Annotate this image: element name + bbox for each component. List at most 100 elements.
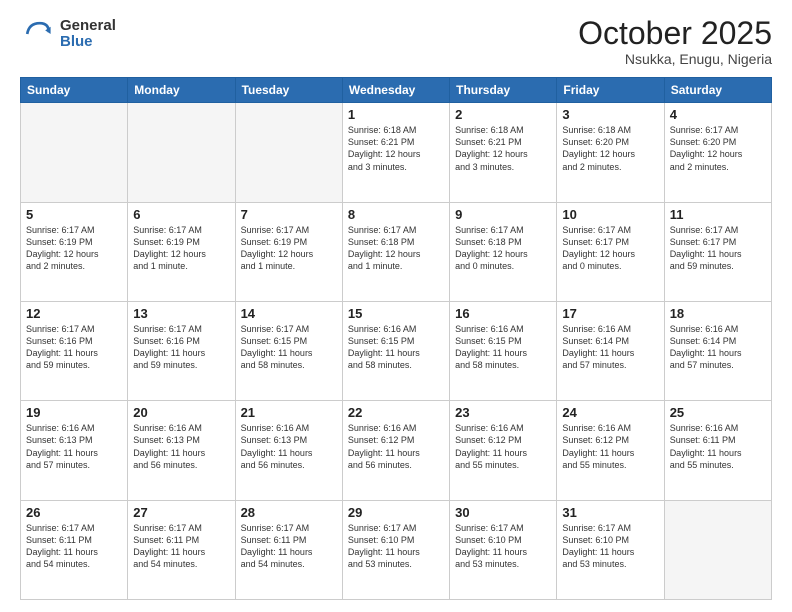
day-info: Sunrise: 6:17 AM Sunset: 6:20 PM Dayligh…: [670, 124, 766, 173]
logo: General Blue: [20, 16, 116, 52]
calendar-cell: 4 Sunrise: 6:17 AM Sunset: 6:20 PM Daylig…: [664, 103, 771, 202]
day-info: Sunrise: 6:17 AM Sunset: 6:11 PM Dayligh…: [241, 522, 337, 571]
calendar-cell: 5Sunrise: 6:17 AM Sunset: 6:19 PM Daylig…: [21, 202, 128, 301]
day-number: 22: [348, 405, 444, 420]
day-number: 24: [562, 405, 658, 420]
calendar-cell: 19 Sunrise: 6:16 AM Sunset: 6:13 PM Dayli…: [21, 401, 128, 500]
day-info: Sunrise: 6:17 AM Sunset: 6:16 PM Dayligh…: [133, 323, 229, 372]
calendar-cell: 29Sunrise: 6:17 AM Sunset: 6:10 PM Dayli…: [342, 500, 449, 599]
calendar-body: 1 Sunrise: 6:18 AM Sunset: 6:21 PM Daylig…: [21, 103, 772, 600]
weekday-header-row: SundayMondayTuesdayWednesdayThursdayFrid…: [21, 78, 772, 103]
logo-text: General Blue: [60, 18, 116, 51]
day-info: Sunrise: 6:18 AM Sunset: 6:21 PM Dayligh…: [455, 124, 551, 173]
day-info: Sunrise: 6:16 AM Sunset: 6:13 PM Dayligh…: [26, 422, 122, 471]
calendar-cell: 28Sunrise: 6:17 AM Sunset: 6:11 PM Dayli…: [235, 500, 342, 599]
weekday-header-saturday: Saturday: [664, 78, 771, 103]
day-number: 16: [455, 306, 551, 321]
logo-blue: Blue: [60, 34, 116, 51]
day-info: Sunrise: 6:16 AM Sunset: 6:12 PM Dayligh…: [348, 422, 444, 471]
day-info: Sunrise: 6:17 AM Sunset: 6:19 PM Dayligh…: [133, 224, 229, 273]
day-number: 8: [348, 207, 444, 222]
day-number: 14: [241, 306, 337, 321]
day-info: Sunrise: 6:16 AM Sunset: 6:14 PM Dayligh…: [562, 323, 658, 372]
calendar-week-1: 5 Sunrise: 6:17 AM Sunset: 6:19 PM Daylig…: [21, 202, 772, 301]
calendar-cell: 1Sunrise: 6:18 AM Sunset: 6:21 PM Daylig…: [342, 103, 449, 202]
calendar-cell: 8 Sunrise: 6:17 AM Sunset: 6:18 PM Daylig…: [342, 202, 449, 301]
day-number: 3: [562, 107, 658, 122]
calendar-week-0: 1 Sunrise: 6:18 AM Sunset: 6:21 PM Daylig…: [21, 103, 772, 202]
calendar-cell: 26 Sunrise: 6:17 AM Sunset: 6:11 PM Dayli…: [21, 500, 128, 599]
calendar-week-4: 26 Sunrise: 6:17 AM Sunset: 6:11 PM Dayli…: [21, 500, 772, 599]
day-info: Sunrise: 6:16 AM Sunset: 6:13 PM Dayligh…: [133, 422, 229, 471]
day-info: Sunrise: 6:17 AM Sunset: 6:16 PM Dayligh…: [26, 323, 122, 372]
day-info: Sunrise: 6:17 AM Sunset: 6:18 PM Dayligh…: [348, 224, 444, 273]
day-number: 27: [133, 505, 229, 520]
calendar-cell: 15 Sunrise: 6:16 AM Sunset: 6:15 PM Dayli…: [342, 301, 449, 400]
day-number: 4: [670, 107, 766, 122]
day-number: 29: [348, 505, 444, 520]
day-info: Sunrise: 6:17 AM Sunset: 6:15 PM Dayligh…: [241, 323, 337, 372]
day-number: 25: [670, 405, 766, 420]
weekday-header-friday: Friday: [557, 78, 664, 103]
calendar-cell: 7Sunrise: 6:17 AM Sunset: 6:19 PM Daylig…: [235, 202, 342, 301]
calendar-cell: 11Sunrise: 6:17 AM Sunset: 6:17 PM Dayli…: [664, 202, 771, 301]
page: General Blue October 2025 Nsukka, Enugu,…: [0, 0, 792, 612]
calendar-cell: 16 Sunrise: 6:16 AM Sunset: 6:15 PM Dayli…: [450, 301, 557, 400]
day-number: 31: [562, 505, 658, 520]
day-info: Sunrise: 6:16 AM Sunset: 6:12 PM Dayligh…: [455, 422, 551, 471]
day-info: Sunrise: 6:17 AM Sunset: 6:18 PM Dayligh…: [455, 224, 551, 273]
day-number: 5: [26, 207, 122, 222]
calendar-cell: 12 Sunrise: 6:17 AM Sunset: 6:16 PM Dayli…: [21, 301, 128, 400]
day-info: Sunrise: 6:16 AM Sunset: 6:15 PM Dayligh…: [455, 323, 551, 372]
calendar-cell: [128, 103, 235, 202]
calendar-cell: 21Sunrise: 6:16 AM Sunset: 6:13 PM Dayli…: [235, 401, 342, 500]
day-number: 21: [241, 405, 337, 420]
day-info: Sunrise: 6:17 AM Sunset: 6:10 PM Dayligh…: [562, 522, 658, 571]
day-info: Sunrise: 6:17 AM Sunset: 6:17 PM Dayligh…: [562, 224, 658, 273]
day-number: 10: [562, 207, 658, 222]
day-number: 11: [670, 207, 766, 222]
weekday-header-wednesday: Wednesday: [342, 78, 449, 103]
calendar-cell: 10 Sunrise: 6:17 AM Sunset: 6:17 PM Dayli…: [557, 202, 664, 301]
calendar-cell: 13 Sunrise: 6:17 AM Sunset: 6:16 PM Dayli…: [128, 301, 235, 400]
calendar-cell: 30 Sunrise: 6:17 AM Sunset: 6:10 PM Dayli…: [450, 500, 557, 599]
day-number: 13: [133, 306, 229, 321]
calendar-cell: 18Sunrise: 6:16 AM Sunset: 6:14 PM Dayli…: [664, 301, 771, 400]
location: Nsukka, Enugu, Nigeria: [578, 51, 772, 67]
header: General Blue October 2025 Nsukka, Enugu,…: [20, 16, 772, 67]
logo-icon: [20, 16, 56, 52]
day-number: 30: [455, 505, 551, 520]
day-number: 17: [562, 306, 658, 321]
calendar-table: SundayMondayTuesdayWednesdayThursdayFrid…: [20, 77, 772, 600]
calendar-cell: [235, 103, 342, 202]
weekday-header-sunday: Sunday: [21, 78, 128, 103]
calendar-week-3: 19 Sunrise: 6:16 AM Sunset: 6:13 PM Dayli…: [21, 401, 772, 500]
day-info: Sunrise: 6:16 AM Sunset: 6:12 PM Dayligh…: [562, 422, 658, 471]
day-number: 6: [133, 207, 229, 222]
calendar-cell: 22 Sunrise: 6:16 AM Sunset: 6:12 PM Dayli…: [342, 401, 449, 500]
calendar-cell: 3 Sunrise: 6:18 AM Sunset: 6:20 PM Daylig…: [557, 103, 664, 202]
day-info: Sunrise: 6:17 AM Sunset: 6:10 PM Dayligh…: [455, 522, 551, 571]
day-info: Sunrise: 6:18 AM Sunset: 6:20 PM Dayligh…: [562, 124, 658, 173]
calendar-cell: 27 Sunrise: 6:17 AM Sunset: 6:11 PM Dayli…: [128, 500, 235, 599]
day-number: 15: [348, 306, 444, 321]
day-info: Sunrise: 6:17 AM Sunset: 6:11 PM Dayligh…: [26, 522, 122, 571]
calendar-cell: [21, 103, 128, 202]
day-number: 19: [26, 405, 122, 420]
calendar-cell: 17 Sunrise: 6:16 AM Sunset: 6:14 PM Dayli…: [557, 301, 664, 400]
day-number: 1: [348, 107, 444, 122]
month-title: October 2025: [578, 16, 772, 51]
day-info: Sunrise: 6:16 AM Sunset: 6:15 PM Dayligh…: [348, 323, 444, 372]
calendar-cell: 20Sunrise: 6:16 AM Sunset: 6:13 PM Dayli…: [128, 401, 235, 500]
day-number: 9: [455, 207, 551, 222]
day-number: 12: [26, 306, 122, 321]
day-info: Sunrise: 6:17 AM Sunset: 6:11 PM Dayligh…: [133, 522, 229, 571]
calendar-cell: 31 Sunrise: 6:17 AM Sunset: 6:10 PM Dayli…: [557, 500, 664, 599]
calendar-cell: 2 Sunrise: 6:18 AM Sunset: 6:21 PM Daylig…: [450, 103, 557, 202]
day-number: 2: [455, 107, 551, 122]
calendar-cell: [664, 500, 771, 599]
calendar-week-2: 12 Sunrise: 6:17 AM Sunset: 6:16 PM Dayli…: [21, 301, 772, 400]
calendar-cell: 6 Sunrise: 6:17 AM Sunset: 6:19 PM Daylig…: [128, 202, 235, 301]
day-number: 26: [26, 505, 122, 520]
title-block: October 2025 Nsukka, Enugu, Nigeria: [578, 16, 772, 67]
